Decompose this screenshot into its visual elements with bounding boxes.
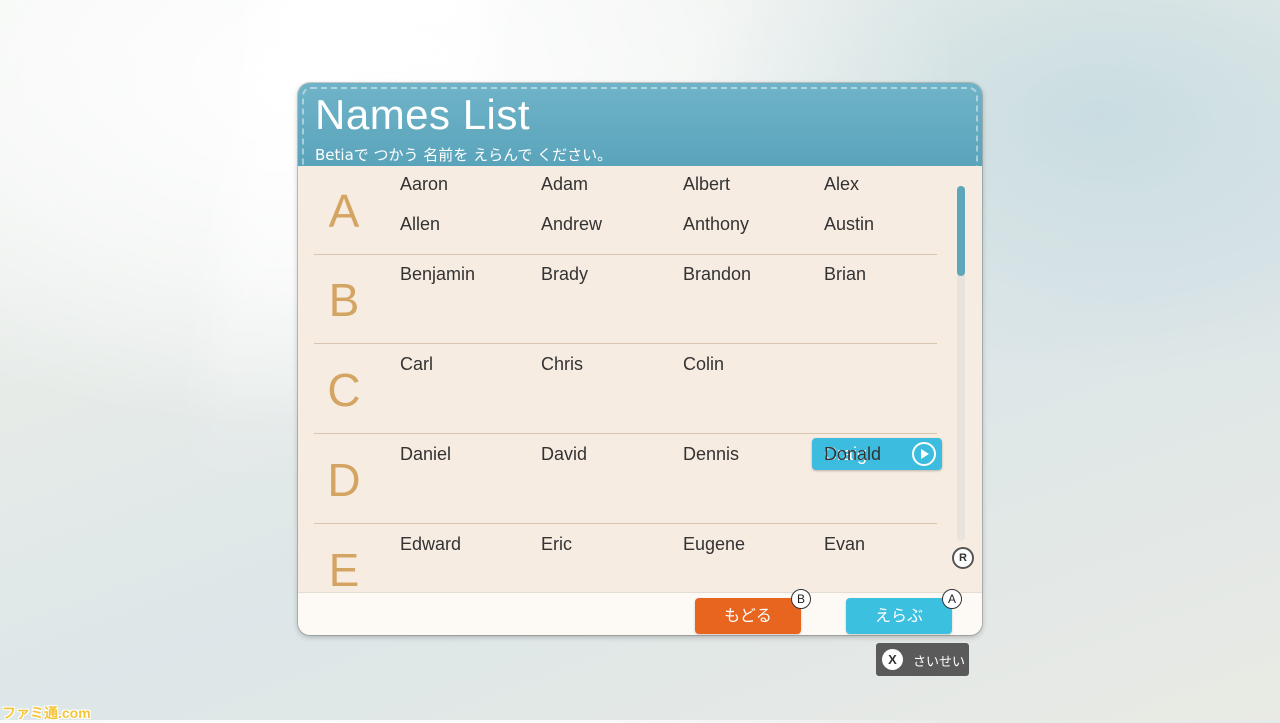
names-list-panel: Names List Betiaで つかう 名前を えらんで ください。 A A… — [298, 83, 982, 635]
r-stick-icon: R — [952, 547, 974, 569]
reset-button[interactable]: X さいせい — [876, 643, 969, 676]
page-title: Names List — [315, 91, 531, 138]
section-letter-d: D — [327, 454, 361, 506]
watermark-logo: ファミ通.com — [2, 705, 91, 721]
name-item[interactable]: Alex — [824, 174, 859, 195]
name-item[interactable]: Eric — [541, 534, 572, 555]
section-letter-e: E — [328, 544, 360, 592]
name-item[interactable]: Brian — [824, 264, 866, 285]
names-list[interactable]: A Aaron Adam Albert Alex Allen Andrew An… — [298, 166, 982, 592]
back-button[interactable]: もどる B — [695, 589, 811, 634]
section-letter-a: A — [328, 185, 360, 237]
name-item[interactable]: Adam — [541, 174, 588, 195]
section-letter-c: C — [327, 364, 361, 416]
name-item[interactable]: David — [541, 444, 587, 465]
scrollbar-thumb[interactable] — [957, 186, 965, 276]
name-item[interactable]: Donald — [824, 444, 881, 465]
panel-footer: もどる B えらぶ A — [298, 589, 982, 635]
select-button[interactable]: えらぶ A — [846, 589, 962, 634]
name-item[interactable]: Benjamin — [400, 264, 475, 285]
name-item[interactable]: Carl — [400, 354, 433, 375]
page-subtitle: Betiaで つかう 名前を えらんで ください。 — [315, 146, 613, 164]
a-key-icon: A — [942, 589, 962, 609]
name-item[interactable]: Eugene — [683, 534, 745, 555]
reset-button-label: さいせい — [913, 655, 966, 670]
name-item[interactable]: Daniel — [400, 444, 451, 465]
name-item[interactable]: Edward — [400, 534, 461, 555]
scrollbar[interactable] — [957, 186, 965, 541]
panel-header: Names List Betiaで つかう 名前を えらんで ください。 — [298, 83, 982, 168]
name-item[interactable]: Aaron — [400, 174, 448, 195]
name-item[interactable]: Austin — [824, 214, 874, 235]
name-item[interactable]: Brandon — [683, 264, 751, 285]
name-item[interactable]: Andrew — [541, 214, 602, 235]
name-item[interactable]: Albert — [683, 174, 730, 195]
name-item[interactable]: Dennis — [683, 444, 739, 465]
select-button-label: えらぶ — [874, 606, 923, 625]
back-button-label: もどる — [724, 606, 772, 625]
name-item[interactable]: Allen — [400, 214, 440, 235]
section-letter-b: B — [328, 274, 360, 326]
name-item[interactable]: Colin — [683, 354, 724, 375]
name-item[interactable]: Chris — [541, 354, 583, 375]
name-item[interactable]: Evan — [824, 534, 865, 555]
name-item[interactable]: Brady — [541, 264, 588, 285]
x-key-icon: X — [882, 649, 903, 670]
b-key-icon: B — [791, 589, 811, 609]
name-item[interactable]: Anthony — [683, 214, 749, 235]
